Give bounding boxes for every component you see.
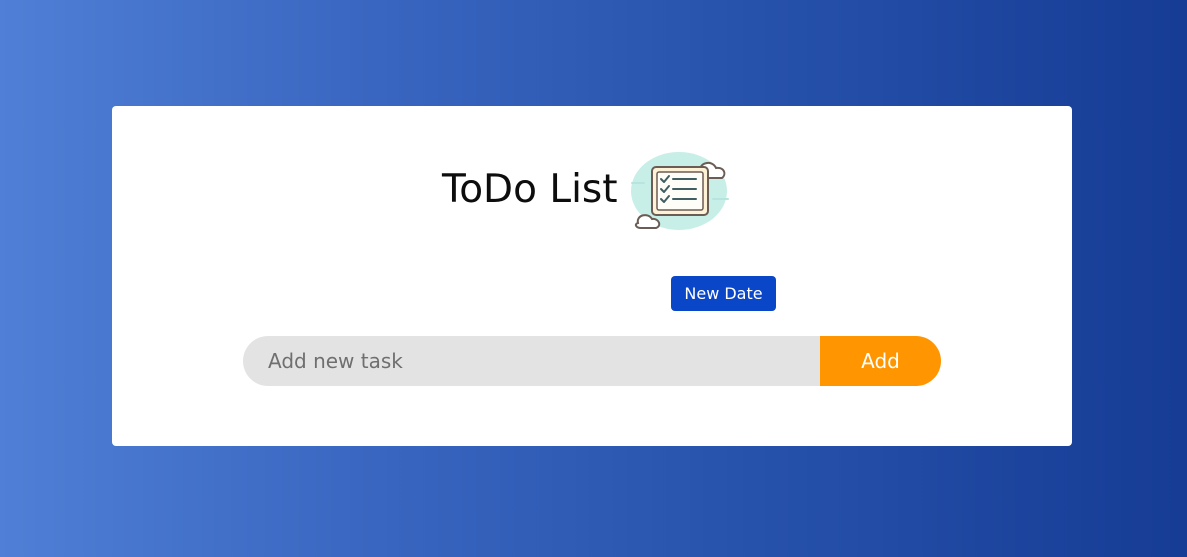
checklist-cloud-icon (628, 144, 732, 234)
todo-card: ToDo List New Date Add (112, 106, 1072, 446)
new-date-button[interactable]: New Date (671, 276, 776, 311)
add-button[interactable]: Add (820, 336, 941, 386)
page-title: ToDo List (442, 166, 618, 212)
title-row: ToDo List (442, 144, 732, 234)
task-input-row: Add (243, 336, 941, 386)
task-input[interactable] (243, 336, 820, 386)
